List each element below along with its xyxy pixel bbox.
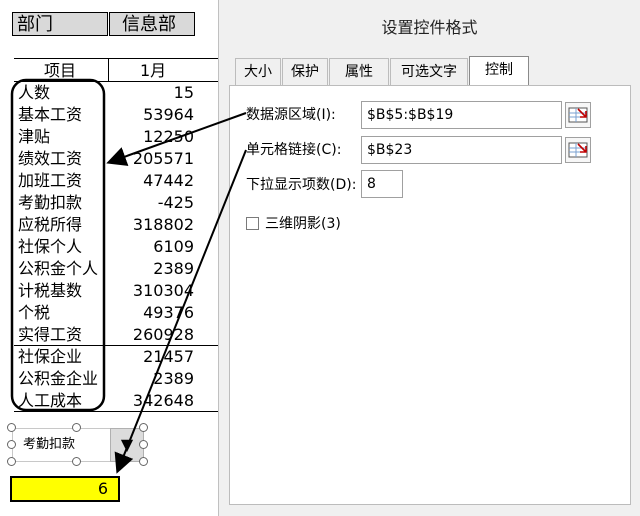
annotation-overlay bbox=[10, 78, 247, 474]
link-arrow bbox=[114, 149, 247, 474]
highlight-oval bbox=[10, 78, 106, 412]
range-arrow bbox=[106, 112, 247, 166]
